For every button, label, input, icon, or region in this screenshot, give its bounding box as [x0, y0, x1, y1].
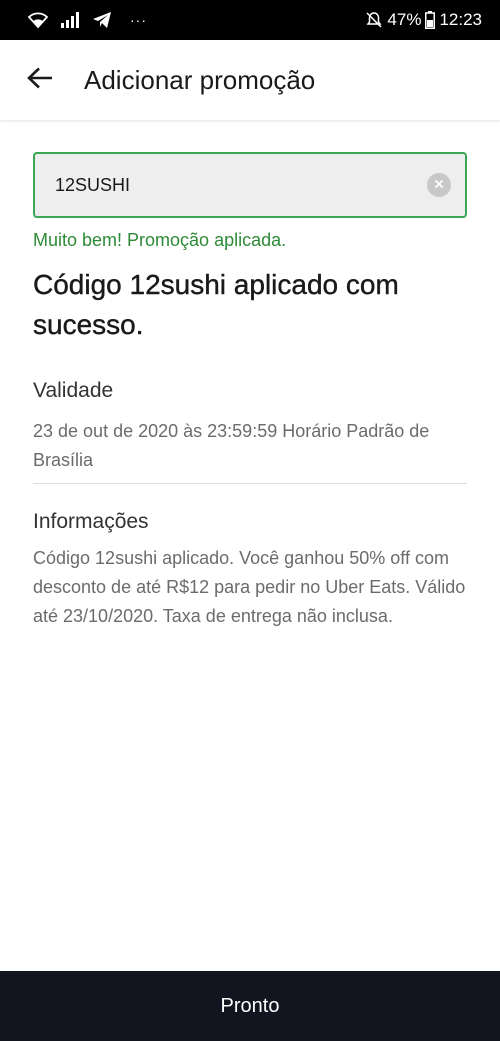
status-bar-left: ···	[28, 11, 147, 29]
divider	[33, 483, 467, 484]
result-heading: Código 12sushi aplicado com sucesso.	[33, 269, 399, 340]
arrow-left-icon	[27, 67, 53, 94]
promo-content: Muito bem! Promoção aplicada. Código 12s…	[33, 152, 467, 631]
info-section: Informações Código 12sushi aplicado. Voc…	[33, 510, 467, 631]
more-notifications-indicator: ···	[130, 12, 147, 28]
telegram-icon	[92, 11, 112, 29]
mute-icon	[365, 11, 383, 29]
info-text: Código 12sushi aplicado. Você ganhou 50%…	[33, 548, 466, 626]
success-message: Muito bem! Promoção aplicada.	[33, 230, 287, 250]
app-bar: Adicionar promoção	[0, 40, 500, 120]
battery-percent: 47%	[387, 10, 422, 29]
validity-label: Validade	[33, 379, 114, 402]
promo-code-input[interactable]	[55, 174, 427, 196]
clear-button[interactable]	[427, 173, 451, 197]
status-bar: ··· 47% 12:23	[0, 0, 500, 40]
back-button[interactable]	[0, 40, 80, 120]
page-title: Adicionar promoção	[84, 64, 316, 95]
wifi-icon	[28, 11, 48, 29]
info-label: Informações	[33, 510, 149, 533]
battery-icon	[425, 11, 436, 29]
status-bar-right: 47% 12:23	[365, 10, 482, 30]
clear-icon	[434, 176, 444, 194]
signal-icon	[60, 12, 80, 28]
validity-section: Validade 23 de out de 2020 às 23:59:59 H…	[33, 379, 467, 475]
done-button[interactable]: Pronto	[0, 971, 500, 1041]
promo-code-field[interactable]	[33, 152, 467, 218]
validity-text: 23 de out de 2020 às 23:59:59 Horário Pa…	[33, 421, 430, 470]
clock: 12:23	[439, 10, 482, 29]
